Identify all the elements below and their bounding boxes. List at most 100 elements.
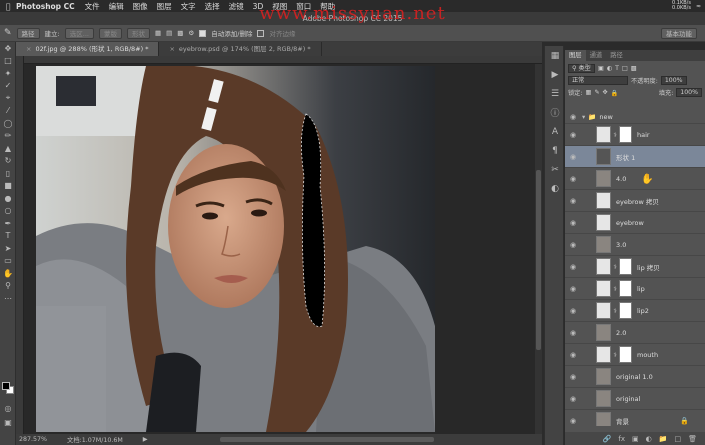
layer-row[interactable]: ◉ ⚕ lip	[565, 278, 705, 300]
character-panel-icon[interactable]: A	[545, 122, 565, 141]
visibility-eye-icon[interactable]: ◉	[568, 241, 578, 249]
layer-mask-thumbnail[interactable]	[619, 258, 632, 275]
new-layer-icon[interactable]: □	[674, 435, 681, 443]
vertical-scrollbar[interactable]	[535, 64, 542, 434]
tab-paths[interactable]: 路径	[606, 50, 627, 61]
lock-transparent-icon[interactable]: ▦	[585, 89, 591, 96]
lock-all-icon[interactable]: 🔒	[611, 89, 619, 97]
layer-thumbnail[interactable]	[596, 192, 611, 209]
link-layers-icon[interactable]: 🔗	[603, 435, 612, 443]
layer-thumbnail[interactable]	[596, 170, 611, 187]
layer-thumbnail[interactable]	[596, 412, 611, 426]
hand-tool-icon[interactable]: ✋	[0, 267, 16, 280]
layer-row[interactable]: ◉ 3.0	[565, 234, 705, 256]
layer-row[interactable]: ◉ eyebrow	[565, 212, 705, 234]
align-edges-checkbox[interactable]	[257, 29, 265, 37]
layer-row[interactable]: ◉ eyebrow 拷贝	[565, 190, 705, 212]
layer-row[interactable]: ◉ original	[565, 388, 705, 410]
mask-link-icon[interactable]: ⚕	[612, 263, 618, 271]
status-arrow-icon[interactable]: ▶	[143, 436, 148, 443]
tools-panel-icon[interactable]: ✂	[545, 160, 565, 179]
document-info[interactable]: 文档:1.07M/10.6M	[67, 435, 123, 444]
close-icon[interactable]: ×	[26, 45, 31, 53]
ruler-vertical[interactable]	[16, 56, 24, 434]
close-icon[interactable]: ×	[169, 45, 174, 53]
horizontal-scrollbar[interactable]	[220, 437, 434, 442]
visibility-eye-icon[interactable]: ◉	[568, 131, 578, 139]
filter-smart-icon[interactable]: ▩	[631, 65, 637, 72]
layer-thumbnail[interactable]	[596, 214, 611, 231]
path-alignment-icon[interactable]: ▤	[166, 29, 172, 37]
path-select-tool-icon[interactable]: ➤	[0, 242, 16, 255]
move-tool-icon[interactable]: ✥	[0, 42, 16, 55]
layer-mask-thumbnail[interactable]	[619, 302, 632, 319]
blur-tool-icon[interactable]: ●	[0, 192, 16, 205]
layer-thumbnail[interactable]	[596, 236, 611, 253]
layer-mask-thumbnail[interactable]	[619, 346, 632, 363]
layer-row[interactable]: ◉ 4.0	[565, 168, 705, 190]
layer-row[interactable]: ◉ 2.0	[565, 322, 705, 344]
layer-thumbnail[interactable]	[596, 280, 611, 297]
layer-row[interactable]: ◉ ⚕ lip 拷贝	[565, 256, 705, 278]
visibility-eye-icon[interactable]: ◉	[568, 113, 578, 121]
dodge-tool-icon[interactable]: ○	[0, 205, 16, 218]
tab-channels[interactable]: 通道	[586, 50, 607, 61]
layer-mask-thumbnail[interactable]	[619, 280, 632, 297]
layer-thumbnail[interactable]	[596, 390, 611, 407]
zoom-level[interactable]: 287.57%	[19, 436, 47, 443]
document-tab-02f[interactable]: × 02f.jpg @ 288% (形状 1, RGB/8#) *	[16, 42, 160, 56]
workspace-select[interactable]: 基本功能	[661, 28, 697, 39]
layer-row[interactable]: ◉ 形状 1	[565, 146, 705, 168]
trash-icon[interactable]: 🗑	[688, 435, 697, 443]
screen-mode-icon[interactable]: ▣	[0, 416, 16, 429]
info-panel-icon[interactable]: ⓘ	[545, 103, 565, 122]
adjustments-panel-icon[interactable]: ◐	[545, 179, 565, 198]
fx-icon[interactable]: fx	[618, 435, 625, 443]
tab-layers[interactable]: 图层	[565, 50, 586, 61]
marquee-tool-icon[interactable]: □	[0, 55, 16, 68]
more-tools-icon[interactable]: ⋯	[0, 292, 16, 305]
scrollbar-thumb[interactable]	[536, 170, 541, 350]
visibility-eye-icon[interactable]: ◉	[568, 285, 578, 293]
quick-select-tool-icon[interactable]: ✓	[0, 80, 16, 93]
quick-mask-icon[interactable]: ◎	[0, 402, 16, 415]
layer-row[interactable]: ◉ ⚕ hair	[565, 124, 705, 146]
layer-thumbnail[interactable]	[596, 148, 611, 165]
pen-tool-icon-2[interactable]: ✒	[0, 217, 16, 230]
fill-input[interactable]: 100%	[676, 88, 702, 97]
opacity-input[interactable]: 100%	[660, 76, 687, 85]
lock-position-icon[interactable]: ✥	[603, 89, 608, 96]
new-group-icon[interactable]: 📁	[659, 435, 668, 443]
blend-mode-select[interactable]: 正常	[568, 76, 628, 85]
mask-link-icon[interactable]: ⚕	[612, 285, 618, 293]
layer-mask-thumbnail[interactable]	[619, 126, 632, 143]
eraser-tool-icon[interactable]: ▯	[0, 167, 16, 180]
history-panel-icon[interactable]: ▦	[545, 46, 565, 65]
visibility-eye-icon[interactable]: ◉	[568, 351, 578, 359]
brush-tool-icon[interactable]: ✏	[0, 130, 16, 143]
layer-row[interactable]: ◉ ⚕ lip2	[565, 300, 705, 322]
layer-row[interactable]: ◉ 背景 🔒	[565, 410, 705, 426]
visibility-eye-icon[interactable]: ◉	[568, 263, 578, 271]
zoom-tool-icon[interactable]: ⚲	[0, 280, 16, 293]
paragraph-panel-icon[interactable]: ¶	[545, 141, 565, 160]
stamp-tool-icon[interactable]: ▲	[0, 142, 16, 155]
mask-link-icon[interactable]: ⚕	[612, 307, 618, 315]
visibility-eye-icon[interactable]: ◉	[568, 219, 578, 227]
pen-tool-icon[interactable]: ✎	[4, 28, 12, 38]
visibility-eye-icon[interactable]: ◉	[568, 329, 578, 337]
layer-thumbnail[interactable]	[596, 324, 611, 341]
visibility-eye-icon[interactable]: ◉	[568, 395, 578, 403]
group-expand-icon[interactable]: ▾	[582, 113, 585, 121]
visibility-eye-icon[interactable]: ◉	[568, 197, 578, 205]
make-selection-button[interactable]: 选区...	[64, 27, 94, 39]
foreground-color-swatch[interactable]	[2, 382, 10, 390]
layer-row[interactable]: ◉ ▾ 📁 new	[565, 110, 705, 124]
visibility-eye-icon[interactable]: ◉	[568, 307, 578, 315]
make-shape-button[interactable]: 形状	[126, 27, 150, 39]
path-arrange-icon[interactable]: ▩	[177, 29, 183, 37]
filter-adjustment-icon[interactable]: ◐	[607, 65, 612, 72]
layer-filter-select[interactable]: ⚲ 类型	[568, 64, 595, 73]
properties-panel-icon[interactable]: ☰	[545, 84, 565, 103]
actions-panel-icon[interactable]: ▶	[545, 65, 565, 84]
